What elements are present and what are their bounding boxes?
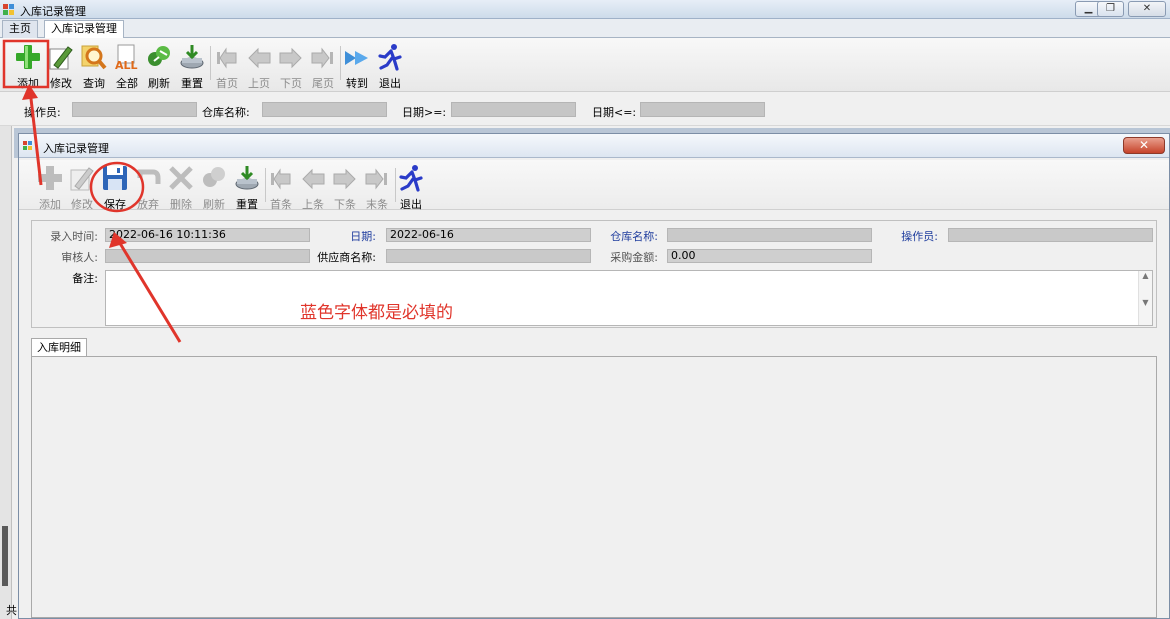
first-record-icon xyxy=(271,168,291,190)
add-button[interactable]: 添加 xyxy=(12,41,44,90)
svg-text:ALL: ALL xyxy=(115,59,138,71)
refresh-icon xyxy=(203,167,225,187)
edit-icon xyxy=(70,167,94,191)
search-magnifier-icon xyxy=(81,45,107,70)
edit-pencil-icon xyxy=(49,46,73,70)
amount-label: 采购金额: xyxy=(610,251,658,264)
inbound-form: 录入时间: 2022-06-16 10:11:36 日期: 2022-06-16… xyxy=(31,220,1157,328)
operator-field[interactable] xyxy=(948,228,1153,242)
child-edit-button[interactable]: 修改 xyxy=(66,162,98,211)
last-record-icon xyxy=(365,168,387,190)
date-field[interactable]: 2022-06-16 xyxy=(386,228,591,242)
all-icon: ALL xyxy=(115,44,138,71)
reset-icon xyxy=(235,166,259,190)
main-toolbar: 添加 修改 查询 ALL 全部 刷新 重置 首页 上页 下页 尾页 转到 退出 xyxy=(0,38,1170,92)
annotation-note: 蓝色字体都是必填的 xyxy=(300,303,453,323)
list-side-strip xyxy=(0,126,12,619)
last-record-button[interactable]: 末条 xyxy=(361,162,393,211)
close-button[interactable]: ✕ xyxy=(1128,1,1166,17)
tab-inbound-detail[interactable]: 入库明细 xyxy=(31,338,87,357)
plus-icon xyxy=(38,166,62,190)
discard-button[interactable]: 放弃 xyxy=(132,162,164,211)
supplier-field[interactable] xyxy=(386,249,591,263)
child-close-button[interactable]: ✕ xyxy=(1123,137,1165,154)
next-record-icon xyxy=(333,168,356,190)
tab-home[interactable]: 主页 xyxy=(2,20,38,38)
record-count-text: 共 xyxy=(6,604,17,617)
supplier-label: 供应商名称: xyxy=(317,251,376,264)
app-titlebar: 入库记录管理 ▁ ❐ ✕ xyxy=(0,0,1170,19)
next-page-icon xyxy=(279,47,302,69)
query-button[interactable]: 查询 xyxy=(78,41,110,90)
save-button[interactable]: 保存 xyxy=(99,162,131,211)
exit-label: 退出 xyxy=(379,77,401,90)
remark-label: 备注: xyxy=(72,272,98,285)
remark-scrollbar[interactable]: ▲ ▼ xyxy=(1138,271,1152,325)
prev-record-icon xyxy=(302,168,325,190)
amount-field[interactable]: 0.00 xyxy=(667,249,872,263)
child-window-title: 入库记录管理 xyxy=(43,142,109,155)
entry-time-field[interactable]: 2022-06-16 10:11:36 xyxy=(105,228,310,242)
prev-page-icon xyxy=(248,47,271,69)
plus-icon xyxy=(16,45,40,69)
document-tabs: 主页 入库记录管理 xyxy=(0,19,1170,39)
date-to-input[interactable] xyxy=(640,102,765,117)
goto-button[interactable]: 转到 xyxy=(341,41,373,90)
child-exit-button[interactable]: 退出 xyxy=(395,162,427,211)
remark-textarea[interactable]: ▲ ▼ xyxy=(105,270,1153,326)
edit-button[interactable]: 修改 xyxy=(45,41,77,90)
goto-icon xyxy=(345,51,368,65)
restore-button[interactable]: ❐ xyxy=(1097,1,1124,17)
delete-button[interactable]: 删除 xyxy=(165,162,197,211)
save-disk-icon xyxy=(103,166,127,190)
child-reset-button[interactable]: 重置 xyxy=(231,162,263,211)
child-toolbar: 添加 修改 保存 放弃 删除 刷新 重置 首条 上条 下条 末条 退出 xyxy=(19,160,1169,211)
undo-icon xyxy=(137,169,161,184)
child-window-icon xyxy=(23,141,32,150)
operator-filter-input[interactable] xyxy=(72,102,197,117)
last-page-button[interactable]: 尾页 xyxy=(307,41,339,90)
date-to-label: 日期<=: xyxy=(592,106,637,119)
tab-inbound-records[interactable]: 入库记录管理 xyxy=(44,20,124,39)
app-icon xyxy=(3,4,14,15)
first-page-icon xyxy=(217,47,237,69)
reviewer-label: 审核人: xyxy=(61,251,98,264)
warehouse-filter-input[interactable] xyxy=(262,102,387,117)
exit-button[interactable]: 退出 xyxy=(374,41,406,90)
last-page-icon xyxy=(311,47,333,69)
refresh-button[interactable]: 刷新 xyxy=(143,41,175,90)
reset-label: 重置 xyxy=(181,77,203,90)
exit-runner-icon xyxy=(378,44,402,71)
list-scrollbar[interactable] xyxy=(2,526,8,586)
delete-x-icon xyxy=(169,166,193,190)
child-refresh-button[interactable]: 刷新 xyxy=(198,162,230,211)
date-label: 日期: xyxy=(350,230,376,243)
warehouse-field[interactable] xyxy=(667,228,872,242)
operator-filter-label: 操作员: xyxy=(24,106,61,119)
date-from-label: 日期>=: xyxy=(402,106,447,119)
filter-bar: 操作员: 仓库名称: 日期>=: 日期<=: xyxy=(0,92,1170,126)
entry-time-label: 录入时间: xyxy=(50,230,98,243)
operator-label: 操作员: xyxy=(901,230,938,243)
warehouse-label: 仓库名称: xyxy=(610,230,658,243)
detail-tab-control: 入库明细 xyxy=(31,338,1157,618)
reviewer-field[interactable] xyxy=(105,249,310,263)
date-from-input[interactable] xyxy=(451,102,576,117)
reset-icon xyxy=(180,45,204,69)
window-title: 入库记录管理 xyxy=(20,5,86,18)
child-exit-label: 退出 xyxy=(400,198,422,211)
child-window-titlebar: 入库记录管理 ✕ xyxy=(19,134,1169,158)
inbound-detail-panel xyxy=(31,356,1157,618)
reset-button[interactable]: 重置 xyxy=(176,41,208,90)
refresh-icon xyxy=(148,46,170,66)
inbound-record-edit-window: 入库记录管理 ✕ 添加 修改 保存 放弃 删除 刷新 重置 首条 上条 下条 末… xyxy=(18,133,1170,619)
warehouse-filter-label: 仓库名称: xyxy=(202,106,250,119)
exit-runner-icon xyxy=(399,165,423,192)
